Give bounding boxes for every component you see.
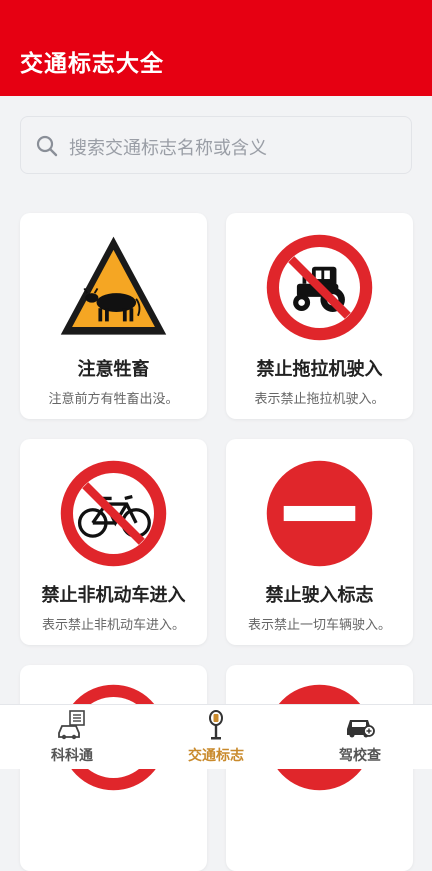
sign-card-no-tractor[interactable]: 禁止拖拉机驶入 表示禁止拖拉机驶入。 bbox=[226, 213, 413, 419]
app-header: 交通标志大全 bbox=[0, 0, 432, 96]
sign-name: 禁止非机动车进入 bbox=[41, 585, 186, 606]
no-tractor-sign-icon bbox=[266, 234, 373, 341]
page-title: 交通标志大全 bbox=[20, 51, 164, 77]
bottom-tab-bar: 科科通 交通标志 驾校查 bbox=[0, 704, 432, 769]
road-sign-icon bbox=[209, 710, 223, 740]
sign-name: 注意牲畜 bbox=[77, 359, 150, 380]
sign-card-cattle[interactable]: 注意牲畜 注意前方有牲畜出没。 bbox=[20, 213, 207, 419]
cattle-warning-sign-icon bbox=[60, 236, 167, 335]
sign-name: 禁止拖拉机驶入 bbox=[256, 359, 383, 380]
sign-desc: 表示禁止一切车辆驶入。 bbox=[247, 618, 391, 633]
car-search-icon bbox=[347, 720, 375, 738]
sign-desc: 表示禁止拖拉机驶入。 bbox=[254, 392, 385, 407]
tab-label: 交通标志 bbox=[188, 748, 244, 764]
car-list-icon bbox=[58, 710, 85, 740]
tab-label: 驾校查 bbox=[339, 748, 381, 764]
search-input[interactable]: 搜索交通标志名称或含义 bbox=[69, 134, 267, 160]
sign-name: 禁止驶入标志 bbox=[265, 585, 374, 606]
search-bar[interactable]: 搜索交通标志名称或含义 bbox=[20, 116, 412, 174]
no-bicycle-sign-icon bbox=[60, 460, 167, 567]
sign-card-no-bicycle[interactable]: 禁止非机动车进入 表示禁止非机动车进入。 bbox=[20, 439, 207, 645]
tab-kekeytong[interactable]: 科科通 bbox=[0, 705, 144, 769]
tab-driving-school[interactable]: 驾校查 bbox=[288, 705, 432, 769]
sign-desc: 注意前方有牲畜出没。 bbox=[48, 392, 179, 407]
tab-traffic-signs[interactable]: 交通标志 bbox=[144, 705, 288, 769]
sign-card-no-entry[interactable]: 禁止驶入标志 表示禁止一切车辆驶入。 bbox=[226, 439, 413, 645]
no-entry-sign-icon bbox=[266, 460, 373, 567]
search-icon bbox=[36, 135, 58, 157]
tab-label: 科科通 bbox=[51, 748, 93, 764]
sign-desc: 表示禁止非机动车进入。 bbox=[41, 618, 185, 633]
